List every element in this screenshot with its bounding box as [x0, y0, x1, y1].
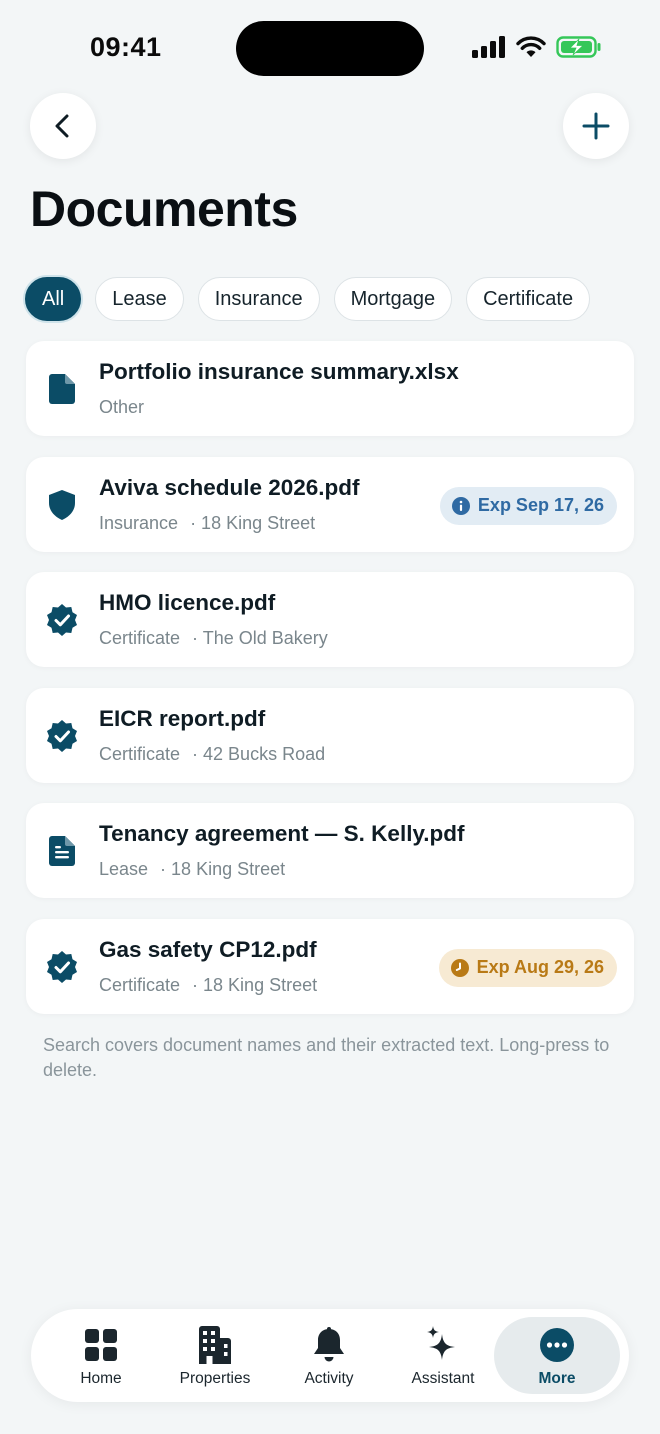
add-document-button[interactable] [563, 93, 629, 159]
verified-badge-icon [46, 950, 78, 983]
document-name: Aviva schedule 2026.pdf [99, 474, 360, 500]
grid-icon [84, 1326, 118, 1364]
cellular-signal-icon [472, 36, 505, 58]
tab-home[interactable]: Home [44, 1317, 158, 1394]
filter-chip-insurance[interactable]: Insurance [197, 277, 320, 321]
plus-icon [582, 112, 610, 140]
tab-activity[interactable]: Activity [272, 1317, 386, 1394]
document-property: · 42 Bucks Road [192, 743, 326, 764]
tab-label: Properties [179, 1370, 251, 1387]
status-icons [472, 36, 602, 58]
tab-assistant[interactable]: Assistant [386, 1317, 500, 1394]
document-card[interactable]: HMO licence.pdf Certificate · The Old Bak… [26, 572, 634, 667]
sparkles-icon [425, 1326, 461, 1364]
document-meta: Certificate · 18 King Street [99, 975, 317, 996]
document-card[interactable]: Aviva schedule 2026.pdf Insurance · 18 Ki… [26, 456, 634, 552]
dynamic-island [236, 21, 424, 76]
document-category: Insurance [99, 512, 179, 533]
tab-bar: Home Properties Activity Assistant More [31, 1309, 629, 1402]
document-meta: Insurance · 18 King Street [99, 513, 315, 534]
document-icon [46, 373, 78, 405]
expiry-badge-text: Exp Sep 17, 26 [477, 495, 604, 515]
help-footnote: Search covers document names and their e… [43, 1035, 610, 1080]
document-list: Portfolio insurance summary.xlsx Other A… [26, 341, 634, 1034]
document-card[interactable]: EICR report.pdf Certificate · 42 Bucks Ro… [26, 687, 634, 783]
document-name: EICR report.pdf [99, 705, 266, 731]
document-name: Gas safety CP12.pdf [99, 936, 317, 962]
document-text-icon [46, 835, 78, 867]
document-category: Certificate [99, 628, 181, 648]
more-dots-icon [539, 1326, 575, 1364]
document-property: · 18 King Street [160, 859, 286, 879]
document-meta: Certificate · The Old Bakery [99, 628, 328, 649]
bell-icon [312, 1326, 346, 1364]
wifi-icon [516, 36, 546, 57]
info-icon [451, 496, 470, 515]
tab-label: Home [80, 1370, 122, 1387]
back-button[interactable] [30, 93, 96, 159]
document-category: Certificate [99, 743, 181, 764]
document-name: Portfolio insurance summary.xlsx [99, 359, 459, 384]
expiry-badge-text: Exp Aug 29, 26 [476, 957, 604, 977]
document-category: Lease [99, 859, 149, 879]
verified-badge-icon [46, 719, 78, 752]
battery-charging-icon [556, 36, 601, 58]
tab-label: Activity [304, 1370, 354, 1387]
clock-icon [450, 958, 469, 977]
shield-icon [46, 489, 78, 521]
document-category: Other [99, 397, 145, 417]
document-meta: Lease · 18 King Street [99, 859, 285, 880]
filter-chips: All Lease Insurance Mortgage Certificate [25, 277, 591, 321]
tab-label: More [538, 1370, 576, 1387]
filter-chip-certificate[interactable]: Certificate [466, 277, 591, 321]
expiry-badge: Exp Aug 29, 26 [438, 948, 617, 987]
document-category: Certificate [99, 974, 181, 995]
chevron-left-icon [55, 114, 69, 138]
tab-properties[interactable]: Properties [158, 1317, 272, 1394]
document-card[interactable]: Portfolio insurance summary.xlsx Other [26, 341, 634, 436]
building-icon [197, 1326, 233, 1364]
document-name: HMO licence.pdf [99, 590, 276, 615]
tab-more[interactable]: More [494, 1317, 620, 1394]
document-card[interactable]: Gas safety CP12.pdf Certificate · 18 King… [26, 918, 634, 1014]
filter-chip-mortgage[interactable]: Mortgage [333, 277, 453, 321]
status-bar: 09:41 [0, 0, 660, 96]
document-name: Tenancy agreement — S. Kelly.pdf [99, 821, 465, 846]
document-meta: Certificate · 42 Bucks Road [99, 744, 325, 765]
status-time: 09:41 [90, 32, 162, 62]
tab-label: Assistant [411, 1370, 475, 1387]
document-meta: Other [99, 397, 144, 418]
document-property: · 18 King Street [192, 974, 318, 995]
page-title: Documents [30, 181, 298, 237]
document-card[interactable]: Tenancy agreement — S. Kelly.pdf Lease · … [26, 803, 634, 898]
filter-chip-all[interactable]: All [25, 277, 82, 321]
expiry-badge: Exp Sep 17, 26 [439, 486, 617, 525]
document-property: · The Old Bakery [192, 628, 328, 648]
filter-chip-lease[interactable]: Lease [95, 277, 184, 321]
document-property: · 18 King Street [190, 512, 316, 533]
verified-badge-icon [46, 604, 78, 636]
